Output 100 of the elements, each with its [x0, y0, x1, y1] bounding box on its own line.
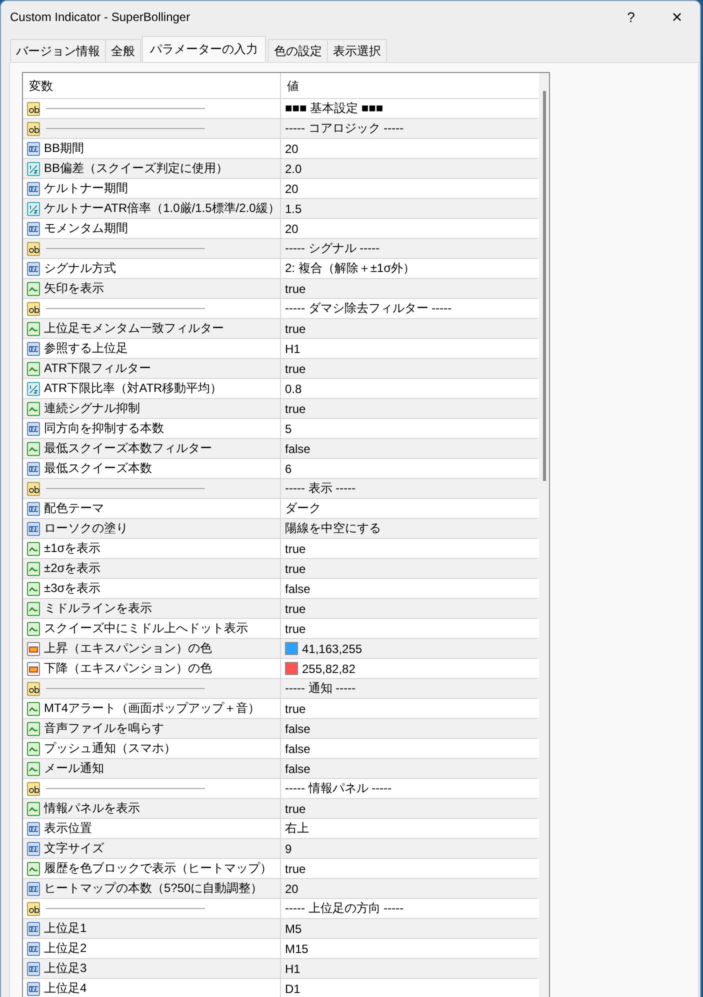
parameter-name: 配色テーマ — [44, 500, 104, 517]
parameter-name: ケルトナー期間 — [44, 180, 128, 197]
section-heading: ----- ダマシ除去フィルター ----- — [285, 300, 452, 317]
fraction-icon — [26, 160, 41, 176]
parameter-name: 音声ファイルを鳴らす — [44, 720, 164, 737]
section-heading: ----- 表示 ----- — [285, 480, 356, 497]
parameter-value: true — [285, 362, 306, 376]
parameter-name: 矢印を表示 — [44, 280, 104, 297]
parameter-name: ヒートマップの本数（5?50に自動調整） — [44, 880, 263, 897]
parameter-name: 履歴を色ブロックで表示（ヒートマップ） — [44, 860, 272, 877]
parameter-name: プッシュ通知（スマホ） — [44, 740, 176, 757]
parameter-name: 文字サイズ — [44, 840, 104, 857]
parameter-name: ATR下限フィルター — [44, 360, 152, 377]
integer-icon — [26, 520, 41, 536]
integer-icon — [26, 840, 41, 856]
parameter-value: 2: 複合（解除＋±1σ外） — [285, 260, 416, 277]
parameter-name: 連続シグナル抑制 — [44, 400, 140, 417]
parameter-name: ±1σを表示 — [44, 540, 101, 557]
parameter-value: true — [285, 282, 306, 296]
parameter-value: 20 — [285, 182, 298, 196]
parameter-value: M5 — [285, 922, 302, 936]
section-heading: ----- 通知 ----- — [285, 680, 356, 697]
parameter-name: 上位足モメンタム一致フィルター — [44, 320, 224, 337]
parameter-name: メール通知 — [44, 760, 104, 777]
parameter-name: モメンタム期間 — [44, 220, 128, 237]
parameter-name: 上位足4 — [44, 980, 87, 997]
parameter-value: true — [285, 542, 306, 556]
parameter-name: 上位足2 — [44, 940, 87, 957]
parameter-name: ミドルラインを表示 — [44, 600, 152, 617]
section-heading: ----- 情報パネル ----- — [285, 780, 392, 797]
parameter-value: true — [285, 862, 306, 876]
parameter-name: 上位足1 — [44, 920, 87, 937]
parameter-value: true — [285, 622, 306, 636]
close-button[interactable]: × — [654, 1, 700, 33]
parameter-name: BB偏差（スクイーズ判定に使用） — [44, 160, 228, 177]
parameter-name: 最低スクイーズ本数 — [44, 460, 152, 477]
parameter-value: true — [285, 602, 306, 616]
parameter-value: 9 — [285, 842, 292, 856]
tab[interactable]: 表示選択 — [327, 39, 387, 62]
integer-icon — [26, 920, 41, 936]
string-icon — [26, 100, 41, 116]
parameter-name: スクイーズ中にミドル上へドット表示 — [44, 620, 248, 637]
parameter-value: 20 — [285, 882, 298, 896]
parameter-value: false — [285, 742, 310, 756]
column-header[interactable]: 値 — [281, 73, 538, 98]
fraction-icon — [26, 200, 41, 216]
parameter-value: 255,82,82 — [302, 662, 356, 676]
parameter-value: 陽線を中空にする — [285, 520, 381, 537]
parameter-value: 5 — [285, 422, 292, 436]
parameter-name: 表示位置 — [44, 820, 92, 837]
parameter-name: 最低スクイーズ本数フィルター — [44, 440, 212, 457]
parameter-name: 同方向を抑制する本数 — [44, 420, 164, 437]
tab[interactable]: パラメーターの入力 — [142, 36, 266, 62]
parameter-name: 情報パネルを表示 — [44, 800, 140, 817]
help-button[interactable]: ? — [608, 1, 654, 33]
parameter-name: シグナル方式 — [44, 260, 116, 277]
parameter-value: 2.0 — [285, 162, 302, 176]
parameter-value: true — [285, 802, 306, 816]
parameter-value: 20 — [285, 142, 298, 156]
parameter-value: 41,163,255 — [302, 642, 362, 656]
parameter-name: ±2σを表示 — [44, 560, 101, 577]
parameter-name: ATR下限比率（対ATR移動平均） — [44, 380, 222, 397]
parameter-value: D1 — [285, 982, 300, 996]
parameter-value: 6 — [285, 462, 292, 476]
fraction-icon — [26, 380, 41, 396]
scrollbar[interactable] — [539, 73, 549, 997]
parameter-value: false — [285, 442, 310, 456]
parameter-value: 20 — [285, 222, 298, 236]
column-header[interactable]: 変数 — [23, 73, 281, 98]
window-title: Custom Indicator - SuperBollinger — [10, 10, 192, 24]
parameter-value: true — [285, 402, 306, 416]
parameter-value: H1 — [285, 962, 300, 976]
parameter-name: BB期間 — [44, 140, 84, 157]
section-heading: ----- シグナル ----- — [285, 240, 380, 257]
integer-icon — [26, 880, 41, 896]
parameter-value: false — [285, 722, 310, 736]
parameter-value: H1 — [285, 342, 300, 356]
string-icon — [26, 680, 41, 696]
tab[interactable]: バージョン情報 — [10, 39, 106, 62]
parameter-value: ダーク — [285, 500, 321, 517]
integer-icon — [26, 960, 41, 976]
parameter-name: 参照する上位足 — [44, 340, 128, 357]
parameter-name: 上昇（エキスパンション）の色 — [44, 640, 212, 657]
parameter-name: 上位足3 — [44, 960, 87, 977]
parameter-value: false — [285, 582, 310, 596]
parameter-name: 下降（エキスパンション）の色 — [44, 660, 212, 677]
string-icon — [26, 240, 41, 256]
string-icon — [26, 300, 41, 316]
parameter-name: ±3σを表示 — [44, 580, 101, 597]
parameter-name: ケルトナーATR倍率（1.0厳/1.5標準/2.0緩） — [44, 200, 280, 217]
section-heading: ■■■ 基本設定 ■■■ — [285, 100, 384, 117]
parameter-value: true — [285, 322, 306, 336]
tab[interactable]: 全般 — [105, 39, 141, 62]
parameter-name: MT4アラート（画面ポップアップ＋音） — [44, 700, 260, 717]
section-heading: ----- コアロジック ----- — [285, 120, 404, 137]
string-icon — [26, 780, 41, 796]
string-icon — [26, 900, 41, 916]
parameter-value: true — [285, 702, 306, 716]
parameter-value: 0.8 — [285, 382, 302, 396]
tab[interactable]: 色の設定 — [268, 39, 328, 62]
